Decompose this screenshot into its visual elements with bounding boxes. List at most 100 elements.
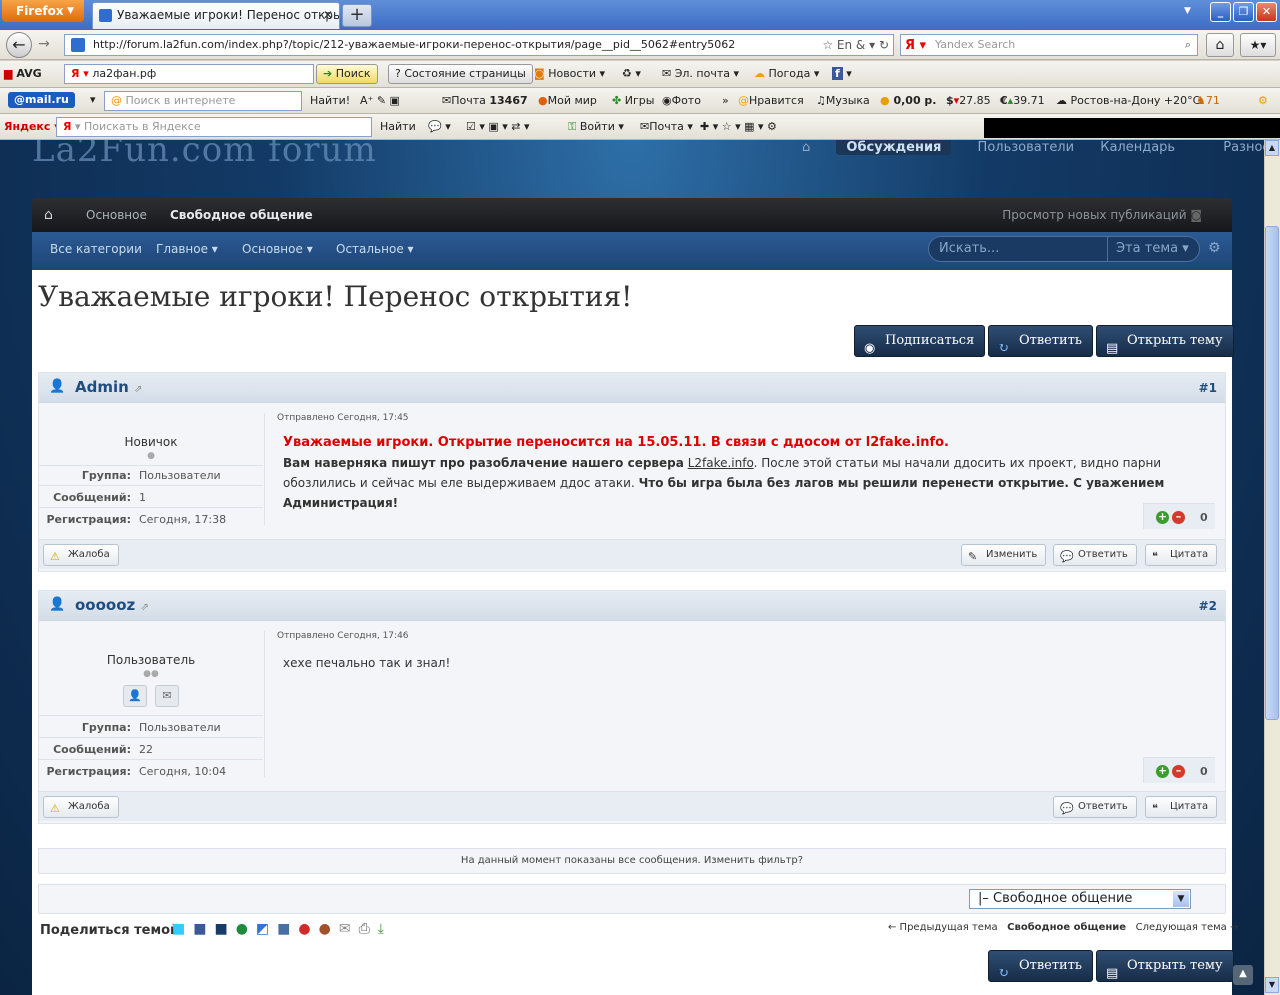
scroll-up-icon[interactable]: ▲ [1265,140,1279,156]
forum-jump-select[interactable]: |– Свободное общение ▼ [969,889,1191,909]
nav-calendar[interactable]: Календарь [1100,140,1175,155]
search-icon[interactable]: ⌕ [1185,35,1191,55]
extra-toolbar-icons[interactable]: ✚ ▾ ☆ ▾ ▦ ▾ ⚙ [700,119,777,135]
new-publications-link[interactable]: Просмотр новых публикаций ◙ [1002,198,1202,232]
scrollbar-thumb[interactable] [1265,226,1279,720]
nav-home-icon[interactable]: ⌂ [802,140,810,155]
text-tools-icons[interactable]: A⁺ ✎ ▣ [360,93,400,109]
nav-misc[interactable]: Разное ▾ [1201,140,1264,155]
mail-count-link[interactable]: ✉Почта 13467 [442,93,528,109]
reply-button-top[interactable]: ↻ Ответить [988,325,1093,357]
yandex-login[interactable]: ⚿ Войти ▾ [568,119,624,135]
url-bar-icons[interactable]: ☆ En & ▾ ↻ [822,35,889,55]
notifications-link[interactable]: ♞71 [1196,93,1220,109]
home-icon[interactable]: ⌂ [44,198,53,232]
reply-post-button[interactable]: 💬 Ответить [1053,544,1137,566]
report-button[interactable]: ⚠ Жалоба [43,544,119,566]
yandex-brand[interactable]: Яндекс ▾ [4,119,60,135]
post-number[interactable]: #2 [1199,599,1217,613]
email-share-icon[interactable]: ✉ [339,921,351,937]
search-settings-icon[interactable]: ⚙ [1208,240,1221,256]
email-menu[interactable]: ✉ Эл. почта ▾ [662,66,739,82]
google-buzz-icon[interactable]: ● [236,921,248,937]
search-scope-select[interactable]: Эта тема ▾ [1107,237,1197,261]
weather-menu[interactable]: ☁ Погода ▾ [754,66,819,82]
avg-logo[interactable]: ▆ AVG [4,66,42,82]
yandex-find-button[interactable]: Найти [380,119,416,135]
report-button[interactable]: ⚠ Жалоба [43,796,119,818]
reply-post-button[interactable]: 💬 Ответить [1053,796,1137,818]
music-link[interactable]: ♫Музыка [816,93,870,109]
avg-search-button[interactable]: ➔ Поиск [316,64,378,84]
close-tab-icon[interactable]: ✕ [323,3,333,28]
recycle-menu[interactable]: ♻ ▾ [622,66,641,82]
subnav-all[interactable]: Все категории [50,232,142,266]
settings-icon[interactable]: ⚙ [1258,93,1268,109]
rep-minus-icon[interactable]: – [1172,765,1185,778]
mailru-logo[interactable]: @mail.ru [8,92,75,108]
eur-rate[interactable]: €▴39.71 [1000,93,1045,109]
next-topic-link[interactable]: Следующая тема → [1136,922,1239,933]
facebook-menu[interactable]: f ▾ [832,66,852,82]
mailru-find-button[interactable]: Найти! [310,93,350,109]
subnav-main[interactable]: Главное ▾ [156,232,218,266]
rep-plus-icon[interactable]: + [1156,511,1169,524]
crumb-free-talk[interactable]: Свободное общение [170,198,313,232]
stumbleupon-icon[interactable]: ● [298,921,310,937]
maximize-icon[interactable]: ❐ [1233,2,1254,22]
rep-plus-icon[interactable]: + [1156,765,1169,778]
bookmarks-button[interactable]: ★▾ [1240,33,1276,57]
firefox-menu-button[interactable]: Firefox ▼ [2,0,84,22]
print-icon[interactable]: ⎙ [359,921,370,937]
post-number[interactable]: #1 [1199,381,1217,395]
likes-link[interactable]: @Нравится [738,93,804,109]
add-friend-icon[interactable]: 👤 [123,685,147,707]
city-weather[interactable]: ☁ Ростов-на-Дону +20°C [1056,93,1200,109]
reply-button-bottom[interactable]: ↻ Ответить [988,950,1093,982]
photo-link[interactable]: ◉Фото [662,93,701,109]
site-logo[interactable]: La2Fun.com forum [32,140,377,170]
post-author[interactable]: oooooz ⇗ [75,596,149,614]
mailru-search-input[interactable]: @ Поиск в интернете [104,91,302,111]
news-menu[interactable]: ◙ Новости ▾ [534,66,605,82]
vkontakte-icon[interactable]: ■ [277,921,290,937]
url-bar[interactable]: http://forum.la2fun.com/index.php?/topic… [64,34,894,56]
minimize-icon[interactable]: _ [1210,2,1231,22]
games-link[interactable]: ✤ Игры [612,93,654,109]
yandex-bar-search-input[interactable]: Я ▾ Поискать в Яндексе [56,117,372,137]
nav-discussions[interactable]: Обсуждения [836,140,952,155]
post-author[interactable]: Admin ⇗ [75,378,142,396]
subnav-other[interactable]: Остальное ▾ [336,232,414,266]
quote-button[interactable]: ❝ Цитата [1145,544,1218,566]
facebook-icon[interactable]: ■ [193,921,206,937]
comment-icon[interactable]: 💬 ▾ [428,119,451,135]
avg-search-input[interactable]: Я ▾ ла2фан.рф [64,64,314,84]
scroll-down-icon[interactable]: ▼ [1265,977,1279,993]
new-topic-button-bottom[interactable]: ▤ Открыть тему [1096,950,1234,982]
filter-note[interactable]: На данный момент показаны все сообщения.… [38,848,1226,874]
subnav-basic[interactable]: Основное ▾ [242,232,313,266]
usd-rate[interactable]: $▾27.85 [946,93,991,109]
prev-topic-link[interactable]: ← Предыдущая тема [888,922,998,933]
crumb-main[interactable]: Основное [86,198,147,232]
page-state-button[interactable]: ? Состояние страницы [388,64,533,84]
quote-button[interactable]: ❝ Цитата [1145,796,1218,818]
mailru-dropdown-icon[interactable]: ▾ [90,92,96,108]
forum-search-input[interactable]: Искать... Эта тема ▾ [928,236,1200,262]
tab-active[interactable]: Уважаемые игроки! Перенос открытия! - ..… [92,2,340,29]
home-button[interactable]: ⌂ [1206,33,1234,57]
close-window-icon[interactable]: ✕ [1256,2,1277,22]
back-button[interactable]: ← [6,32,32,58]
my-world-link[interactable]: ●Мой мир [538,93,597,109]
forum-link[interactable]: Свободное общение [1007,922,1126,933]
twitter-icon[interactable]: ■ [172,921,185,937]
chevron-down-icon[interactable]: ▼ [1173,891,1189,907]
more-icon[interactable]: » [722,93,729,109]
download-icon[interactable]: ⤓ [378,921,384,937]
balance-link[interactable]: ● 0,00 р. [880,93,936,109]
rep-minus-icon[interactable]: – [1172,511,1185,524]
mailru-share-icon[interactable]: ● [319,921,331,937]
nav-users[interactable]: Пользователи [978,140,1075,155]
yandex-mail[interactable]: ✉Почта ▾ [640,119,693,135]
post-link[interactable]: L2fake.info [688,456,754,470]
